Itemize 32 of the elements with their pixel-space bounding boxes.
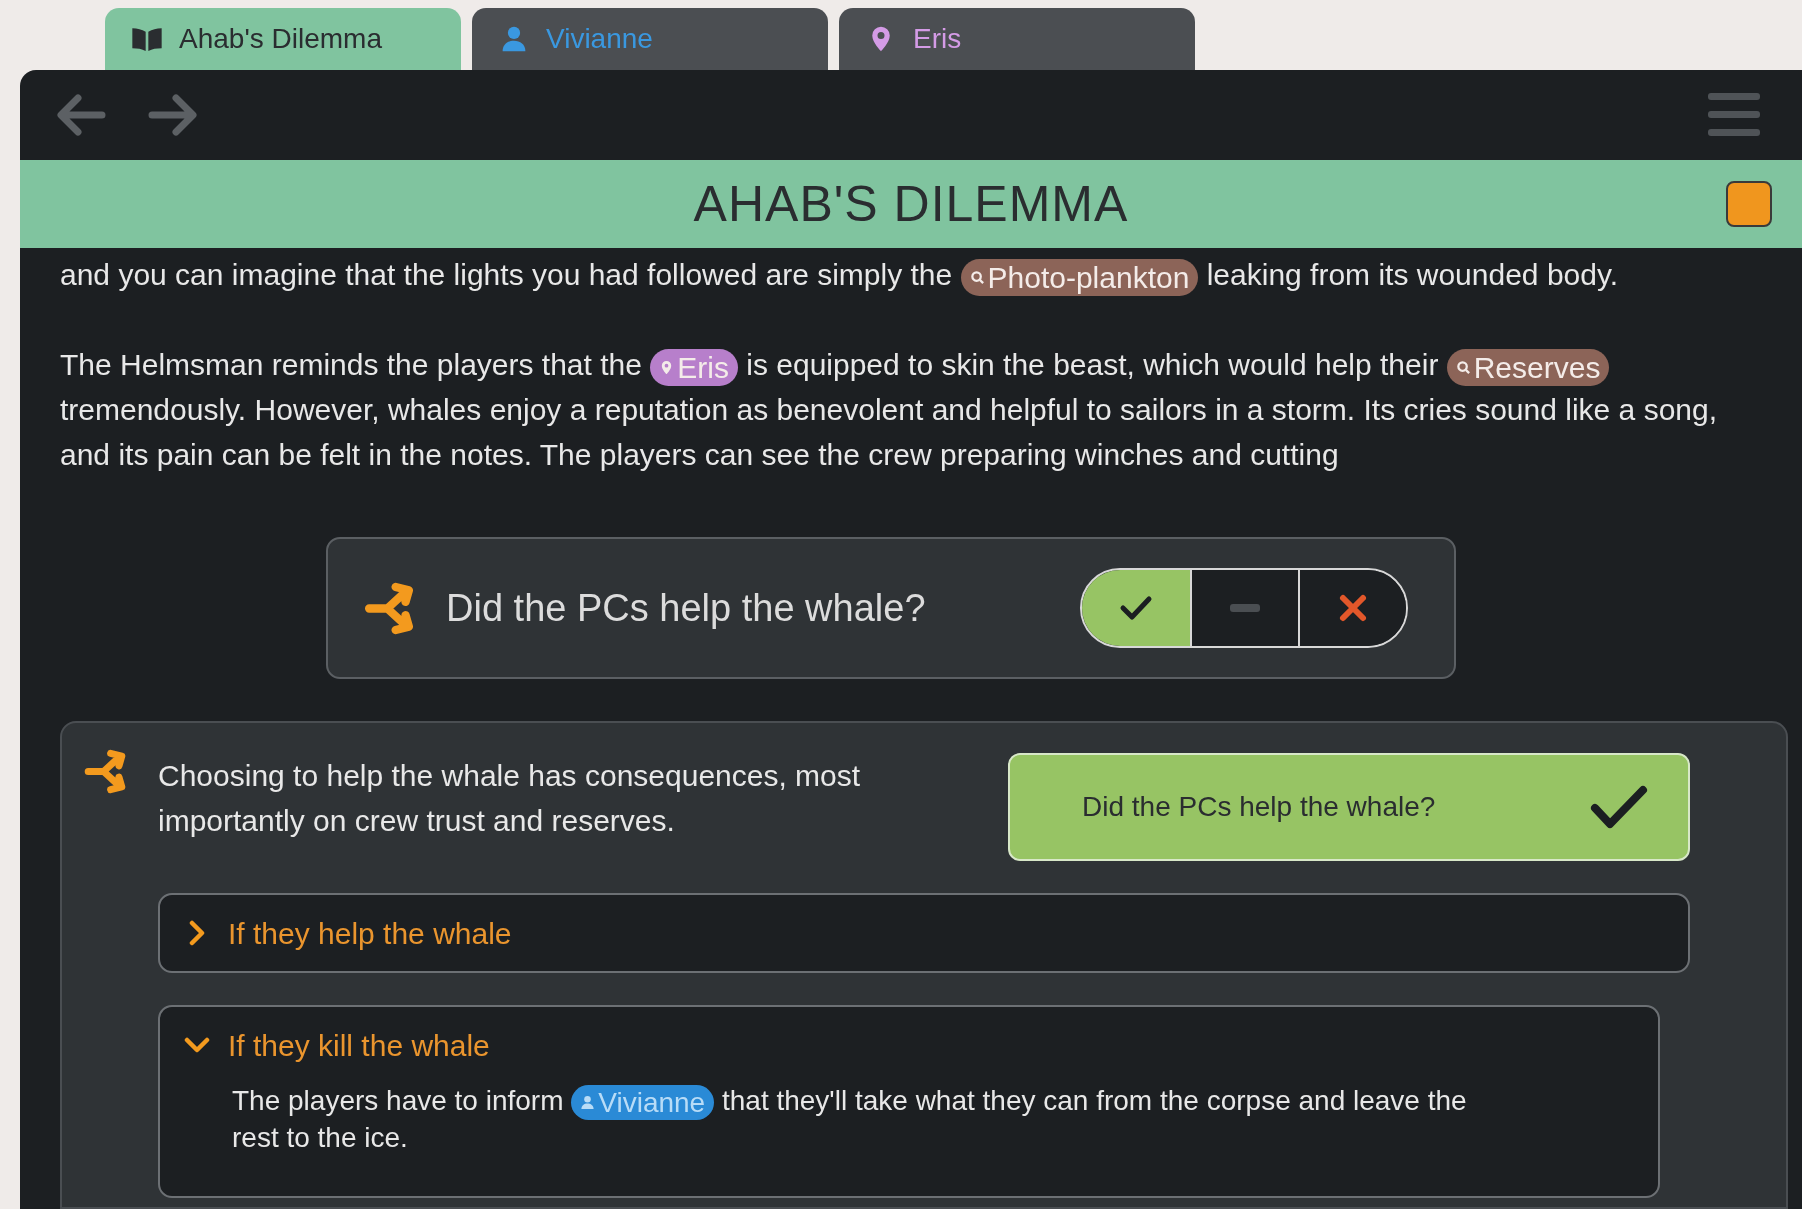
dash-icon	[1230, 604, 1260, 612]
outcome-text: The players have to inform Vivianne that they'll take what they can from the corpse and leave the rest to the ice.	[231, 1084, 1468, 1155]
outcome-toggle[interactable]: If they kill the whale	[160, 1007, 490, 1083]
check-icon	[1590, 784, 1648, 830]
person-icon	[580, 1095, 596, 1110]
branch-description: Choosing to help the whale has consequences, most importantly on crew trust and reserves.	[158, 758, 862, 839]
status-square-icon	[1726, 181, 1772, 227]
decision-question: Did the PCs help the whale?	[446, 585, 927, 631]
result-question: Did the PCs help the whale?	[1082, 790, 1436, 824]
forward-arrow-icon[interactable]	[148, 93, 198, 137]
story-paragraph: and you can imagine that the lights you had followed are simply the Photo-plankton leaking from its wounded body.	[60, 252, 1762, 297]
tab[interactable]: Eris	[839, 8, 1195, 70]
branch-split-icon	[84, 749, 126, 794]
menu-icon[interactable]	[1708, 93, 1760, 137]
entity-tag-link[interactable]: Photo-plankton	[960, 258, 1199, 297]
tab[interactable]: Ahab's Dilemma	[105, 8, 461, 70]
back-arrow-icon[interactable]	[56, 93, 106, 137]
search-icon	[969, 270, 985, 285]
outcome-toggle[interactable]: If they help the whale	[160, 895, 512, 971]
choice-option-button[interactable]	[1298, 570, 1406, 646]
entity-tag-link[interactable]: Reserves	[1446, 348, 1610, 387]
search-icon	[1455, 360, 1471, 375]
entity-tag-link[interactable]: Vivianne	[571, 1085, 715, 1120]
check-icon	[1118, 593, 1154, 623]
story-paragraph: The Helmsman reminds the players that the Eris is equipped to skin the beast, which would help their Reserves tremendously. However, whales enjoy a reputation as benevolent and helpful to sailors in a storm. Its cries sound like a song, and its pain can be felt in the notes. The players can see the crew preparing winches and cutting	[60, 347, 1719, 473]
book-icon	[131, 25, 163, 53]
choice-option-button[interactable]	[1082, 570, 1190, 646]
entity-tag-link[interactable]: Eris	[650, 348, 738, 387]
tab[interactable]: Vivianne	[472, 8, 828, 70]
cross-icon	[1338, 593, 1368, 623]
branch-split-icon	[364, 581, 414, 635]
page-title: AHAB'S DILEMMA	[692, 174, 1130, 234]
